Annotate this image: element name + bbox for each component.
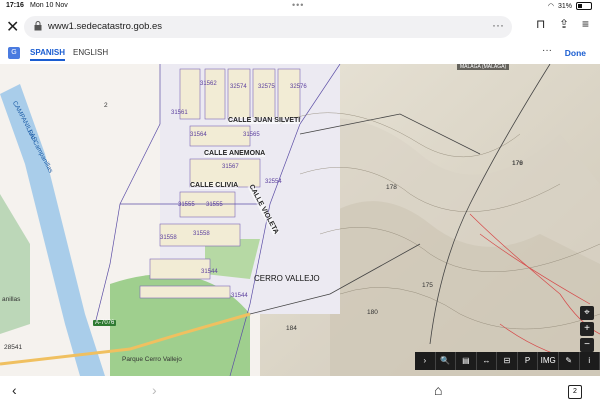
parcel-number: 176	[512, 160, 523, 167]
map-toolbar: › 🔍 ▤ ↔ ⊟ P IMG ✎ i	[415, 352, 600, 370]
road-label: A-7076	[93, 320, 117, 326]
browser-bottom-bar: ‹ › ⌂ 2	[0, 376, 600, 417]
map-canvas	[0, 64, 600, 376]
draw-icon[interactable]: ✎	[559, 352, 580, 370]
street-label-anemona: CALLE ANEMONA	[204, 150, 266, 157]
multitask-dots-icon[interactable]: •••	[292, 0, 304, 10]
image-button[interactable]: IMG	[538, 352, 559, 370]
bookmark-icon[interactable]: ⊓	[536, 17, 545, 31]
browser-toolbar: ✕ www1.sedecatastro.gob.es ··· ⊓ ⇪ ≡	[0, 12, 600, 42]
back-icon[interactable]: ‹	[12, 382, 17, 398]
info-icon[interactable]: i	[580, 352, 600, 370]
parcel-label: 31555	[206, 202, 223, 208]
parcel-label: 31544	[231, 293, 248, 299]
lock-icon	[34, 21, 42, 31]
locate-icon[interactable]: ⌖	[580, 306, 594, 320]
translate-icon: G	[8, 47, 20, 59]
parcel-number: 175	[422, 282, 433, 289]
print-icon[interactable]: ⊟	[497, 352, 518, 370]
battery-label: 31%	[557, 2, 572, 10]
translate-bar: G SPANISH ENGLISH ··· Done	[0, 42, 600, 65]
battery-icon	[576, 2, 592, 10]
street-label-clivia: CALLE CLIVIA	[190, 182, 239, 189]
parcel-number: 180	[367, 309, 378, 316]
place-label-cerro-vallejo: CERRO VALLEJO	[254, 274, 320, 283]
lang-target-tab[interactable]: ENGLISH	[73, 48, 108, 57]
layers-icon[interactable]: ▤	[456, 352, 477, 370]
status-date: Mon 10 Nov	[30, 2, 68, 9]
measure-icon[interactable]: ↔	[477, 352, 498, 370]
parcel-label: 31562	[200, 81, 217, 87]
parcel-label: 32575	[258, 84, 275, 90]
parcel-label: 31564	[190, 132, 207, 138]
park-label: Parque Cerro Vallejo	[122, 356, 182, 363]
area-label: anillas	[2, 296, 21, 303]
parcel-number: 178	[386, 184, 397, 191]
search-icon[interactable]: 🔍	[436, 352, 457, 370]
parcel-label: 31558	[193, 231, 210, 237]
forward-icon[interactable]: ›	[152, 382, 157, 398]
done-button[interactable]: Done	[565, 48, 586, 58]
parcel-label: 31544	[201, 269, 218, 275]
zoom-out-button[interactable]: −	[580, 338, 594, 352]
status-time: 17:16	[6, 2, 24, 9]
parcel-number: 28541	[4, 344, 23, 351]
lang-source-tab[interactable]: SPANISH	[30, 48, 65, 61]
zoom-in-button[interactable]: +	[580, 322, 594, 336]
status-bar: 17:16 Mon 10 Nov ••• ◠ 31%	[0, 0, 600, 12]
tabs-button[interactable]: 2	[568, 385, 582, 399]
map-location-tag: MALAGA (MALAGA)	[457, 64, 510, 70]
address-bar[interactable]: www1.sedecatastro.gob.es ···	[24, 16, 512, 38]
address-more-icon[interactable]: ···	[492, 18, 504, 32]
parcel-label: 31567	[222, 164, 239, 170]
cadastre-map[interactable]: MALAGA (MALAGA) CAMPANILLAS Río Campanil…	[0, 64, 600, 376]
status-right: ◠ 31%	[548, 2, 592, 10]
parcel-icon[interactable]: P	[518, 352, 539, 370]
close-icon[interactable]: ✕	[6, 17, 19, 37]
home-icon[interactable]: ⌂	[434, 382, 442, 398]
street-label-juan-silveti: CALLE JUAN SILVETI	[228, 117, 301, 124]
parcel-label: 31561	[171, 110, 188, 116]
expand-toolbar-icon[interactable]: ›	[415, 352, 436, 370]
parcel-number: 2	[104, 102, 108, 109]
parcel-number: 184	[286, 325, 297, 332]
wifi-icon: ◠	[547, 3, 554, 10]
parcel-label: 31555	[178, 202, 195, 208]
url-text: www1.sedecatastro.gob.es	[48, 21, 163, 32]
parcel-label: 31558	[160, 235, 177, 241]
parcel-label: 32554	[265, 179, 282, 185]
translate-more-icon[interactable]: ···	[542, 45, 552, 56]
parcel-label: 32574	[230, 84, 247, 90]
parcel-label: 31565	[243, 132, 260, 138]
share-icon[interactable]: ⇪	[559, 17, 569, 31]
parcel-label: 32576	[290, 84, 307, 90]
reader-icon[interactable]: ≡	[582, 17, 589, 31]
